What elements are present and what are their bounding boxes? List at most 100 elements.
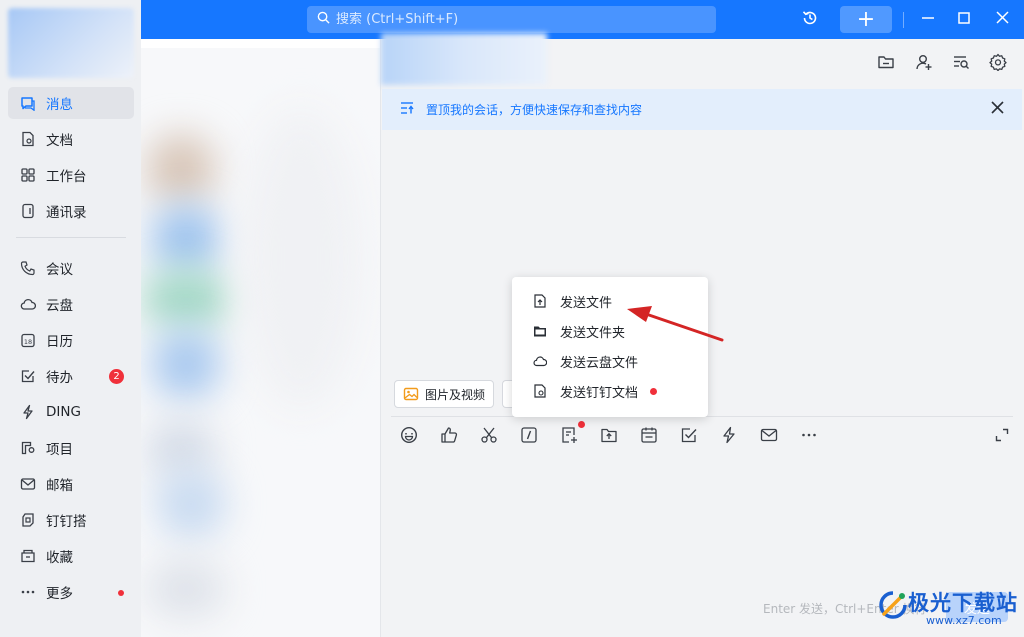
quick-reply-button[interactable]: [519, 427, 539, 447]
maximize-button[interactable]: [950, 6, 978, 33]
mail-button[interactable]: [759, 427, 779, 447]
blurred-conversation: [151, 329, 221, 399]
search-list-icon: [952, 53, 970, 75]
add-user-icon: [915, 53, 933, 75]
nav-item-mail[interactable]: 邮箱: [8, 468, 134, 500]
menu-item-label: 发送钉钉文档: [560, 385, 639, 401]
conversation-list[interactable]: [141, 39, 380, 637]
nav-label: DING: [46, 404, 81, 420]
nav-item-project[interactable]: 项目: [8, 432, 134, 464]
nav-label: 云盘: [46, 298, 73, 314]
document-icon: [20, 131, 36, 147]
upload-button[interactable]: [599, 427, 619, 447]
calendar-icon: [640, 426, 658, 448]
screenshot-button[interactable]: [479, 427, 499, 447]
mail-icon: [760, 426, 778, 448]
nav-item-dingda[interactable]: 钉钉搭: [8, 504, 134, 536]
cloud-icon: [532, 353, 548, 369]
conversation-list-header: [141, 39, 380, 48]
titlebar-divider: [903, 12, 904, 28]
pin-list-icon: [400, 101, 414, 118]
blurred-conversation: [241, 109, 361, 409]
close-icon: [990, 101, 1004, 117]
nav-label: 待办: [46, 370, 73, 386]
search-icon: [317, 11, 330, 28]
schedule-button[interactable]: [639, 427, 659, 447]
history-button[interactable]: [796, 6, 824, 33]
user-avatar[interactable]: [8, 8, 134, 78]
search-box[interactable]: [307, 6, 716, 33]
pin-banner-text: 置顶我的会话，方便快速保存和查找内容: [426, 103, 643, 117]
input-toolbar: [399, 421, 839, 449]
maximize-icon: [958, 11, 970, 28]
chat-settings-button[interactable]: [987, 53, 1009, 75]
file-send-button[interactable]: [559, 421, 585, 447]
blurred-conversation: [146, 134, 216, 204]
contacts-icon: [20, 203, 36, 219]
slash-command-icon: [520, 426, 538, 448]
emoji-button[interactable]: [399, 426, 419, 447]
project-icon: [20, 440, 36, 456]
nav-item-docs[interactable]: 文档: [8, 123, 134, 155]
nav-label: 邮箱: [46, 478, 73, 494]
nav-label: 文档: [46, 133, 73, 149]
blurred-conversation: [146, 559, 226, 619]
nav-item-contacts[interactable]: 通讯录: [8, 195, 134, 227]
nav-label: 日历: [46, 334, 73, 350]
new-feature-dot: [650, 387, 658, 395]
todo-count-badge: 2: [109, 369, 124, 384]
menu-item-label: 发送文件: [560, 295, 613, 311]
watermark-title: 极光下载站: [908, 591, 1018, 615]
nav-label: 钉钉搭: [46, 514, 87, 530]
nav-item-favorites[interactable]: 收藏: [8, 540, 134, 572]
minimize-button[interactable]: [914, 6, 942, 33]
chat-title-blurred: [381, 33, 547, 85]
search-history-button[interactable]: [950, 53, 972, 75]
ding-button[interactable]: [719, 426, 739, 448]
watermark-url: www.xz7.com: [926, 614, 1002, 627]
pin-conversation-banner[interactable]: 置顶我的会话，方便快速保存和查找内容: [382, 89, 1022, 130]
menu-item-send-cloud-file[interactable]: 发送云盘文件: [512, 346, 708, 376]
quick-actions: 图片及视频: [394, 380, 517, 408]
add-member-button[interactable]: [913, 53, 935, 75]
upload-file-icon: [532, 293, 548, 309]
nav-item-messages[interactable]: 消息: [8, 87, 134, 119]
add-button[interactable]: +: [840, 6, 892, 33]
menu-item-send-folder[interactable]: 发送文件夹: [512, 316, 708, 346]
more-tools-button[interactable]: [799, 427, 819, 447]
task-button[interactable]: [679, 427, 699, 447]
left-sidebar: 消息 文档 工作台 通讯录 会议 云盘 18 日历 待办 2 DING 项目 邮…: [0, 0, 141, 637]
nav-label: 消息: [46, 97, 73, 113]
pin-banner-close-button[interactable]: [988, 100, 1006, 118]
upload-folder-icon: [600, 426, 618, 448]
file-send-notification-dot: [578, 421, 585, 428]
menu-item-send-file[interactable]: 发送文件: [512, 286, 708, 316]
nav-item-meeting[interactable]: 会议: [8, 252, 134, 284]
cloud-icon: [20, 296, 36, 312]
dingtalk-doc-icon: [532, 383, 548, 399]
nav-item-cloud[interactable]: 云盘: [8, 288, 134, 320]
gear-icon: [989, 53, 1007, 75]
lightning-icon: [720, 426, 738, 448]
like-button[interactable]: [439, 427, 459, 447]
nav-item-more[interactable]: 更多: [8, 576, 134, 608]
close-window-button[interactable]: [988, 6, 1016, 33]
nav-item-workbench[interactable]: 工作台: [8, 159, 134, 191]
site-watermark: 极光下载站 www.xz7.com: [878, 584, 1024, 637]
favorite-icon: [20, 548, 36, 564]
files-button[interactable]: [875, 53, 897, 75]
nav-item-calendar[interactable]: 18 日历: [8, 324, 134, 356]
nav-item-todo[interactable]: 待办 2: [8, 360, 134, 392]
nav-label: 项目: [46, 442, 73, 458]
lightning-icon: [20, 404, 36, 420]
nav-item-ding[interactable]: DING: [8, 396, 134, 428]
image-video-chip[interactable]: 图片及视频: [394, 380, 495, 408]
nav-label: 收藏: [46, 550, 73, 566]
folder-icon: [877, 53, 895, 75]
menu-item-send-dingtalk-doc[interactable]: 发送钉钉文档: [512, 376, 708, 406]
expand-icon: [995, 428, 1009, 446]
grid-icon: [20, 167, 36, 183]
more-icon: [800, 426, 818, 448]
expand-input-button[interactable]: [993, 428, 1011, 446]
search-input[interactable]: [336, 12, 676, 27]
